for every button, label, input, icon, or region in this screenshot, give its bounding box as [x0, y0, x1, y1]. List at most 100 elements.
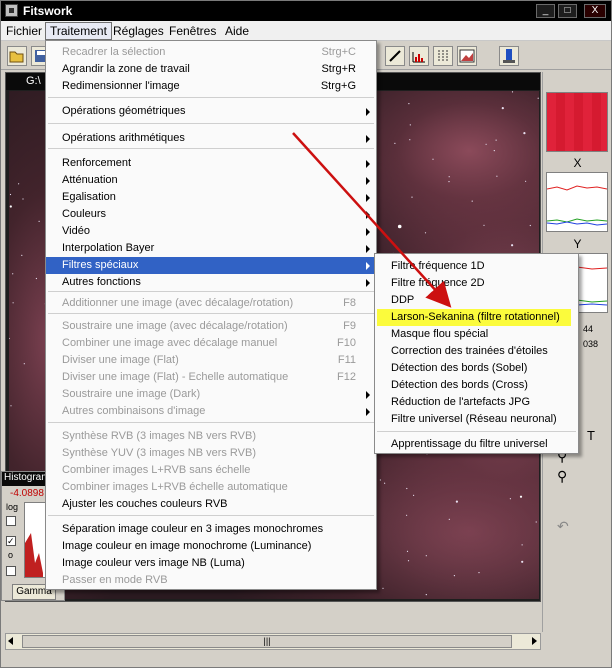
star — [413, 494, 415, 496]
submenu-item-detection-bords-cross[interactable]: Détection des bords (Cross) — [375, 377, 578, 394]
title-bar[interactable]: Fitswork _ □ X — [1, 1, 611, 21]
menu-aide[interactable]: Aide — [225, 24, 249, 38]
submenu-item-detection-bords-sobel[interactable]: Détection des bords (Sobel) — [375, 360, 578, 377]
log-checkbox[interactable] — [6, 516, 16, 526]
submenu-item-correction-trainees[interactable]: Correction des trainées d'étoiles — [375, 343, 578, 360]
star — [519, 495, 523, 498]
submenu-item-filtre-universel[interactable]: Filtre universel (Réseau neuronal) — [375, 411, 578, 428]
levels-icon[interactable] — [433, 46, 453, 66]
crop-tool-icon[interactable] — [385, 46, 405, 66]
menu-item-ajuster-couches[interactable]: Ajuster les couches couleurs RVB — [46, 496, 376, 513]
menu-item-shortcut: F8 — [343, 297, 356, 309]
open-folder-icon[interactable] — [7, 46, 27, 66]
submenu-item-label: Apprentissage du filtre universel — [391, 438, 548, 450]
submenu-item-label: Détection des bords (Cross) — [391, 379, 528, 391]
menu-fenetres[interactable]: Fenêtres — [169, 24, 216, 38]
submenu-item-filtre-frequence-2d[interactable]: Filtre fréquence 2D — [375, 275, 578, 292]
menu-item-redimensionner[interactable]: Redimensionner l'image Strg+G — [46, 78, 376, 95]
submenu-item-apprentissage-filtre[interactable]: Apprentissage du filtre universel — [375, 436, 578, 453]
menu-item-label: Synthèse YUV (3 images NB vers RVB) — [62, 447, 257, 459]
menu-item-passer-rvb[interactable]: Passer en mode RVB — [46, 572, 376, 589]
star — [9, 193, 12, 196]
menu-item-label: Vidéo — [62, 225, 90, 237]
menu-item-label: Combiner images L+RVB sans échelle — [62, 464, 251, 476]
menu-item-couleur-vers-luminance[interactable]: Image couleur en image monochrome (Lumin… — [46, 538, 376, 555]
print-icon[interactable] — [499, 46, 519, 66]
scrollbar-thumb[interactable]: ||| — [22, 635, 512, 648]
close-button[interactable]: X — [584, 4, 606, 18]
menu-traitement[interactable]: Traitement — [45, 22, 112, 40]
menu-item-operations-arithmetiques[interactable]: Opérations arithmétiques — [46, 130, 376, 147]
menu-item-label: Couleurs — [62, 208, 107, 220]
star — [379, 479, 381, 481]
horizontal-scrollbar[interactable]: ||| — [5, 633, 541, 650]
app-icon[interactable] — [5, 4, 18, 17]
menu-separator — [48, 97, 374, 98]
menu-item-couleur-vers-luma[interactable]: Image couleur vers image NB (Luma) — [46, 555, 376, 572]
star — [471, 200, 473, 202]
menu-item-separation-couleur[interactable]: Séparation image couleur en 3 images mon… — [46, 521, 376, 538]
submenu-item-label: Filtre fréquence 1D — [391, 260, 485, 272]
submenu-arrow-icon — [366, 108, 370, 116]
menu-item-egalisation[interactable]: Egalisation — [46, 189, 376, 206]
menu-item-autres-combinaisons[interactable]: Autres combinaisons d'image — [46, 403, 376, 420]
minimize-button[interactable]: _ — [536, 4, 555, 18]
star — [453, 575, 455, 577]
menu-item-recadrer[interactable]: Recadrer la sélection Strg+C — [46, 44, 376, 61]
menu-separator — [48, 123, 374, 124]
star — [408, 103, 410, 105]
menu-item-label: Filtres spéciaux — [62, 259, 139, 271]
histo-checkbox[interactable] — [6, 566, 16, 576]
menu-item-couleurs[interactable]: Couleurs — [46, 206, 376, 223]
menu-item-combiner-lrvb[interactable]: Combiner images L+RVB sans échelle — [46, 462, 376, 479]
submenu-item-label: Filtre fréquence 2D — [391, 277, 485, 289]
menu-item-combiner-decalage[interactable]: Combiner une image avec décalage manuel F… — [46, 335, 376, 352]
menu-item-video[interactable]: Vidéo — [46, 223, 376, 240]
stamp-alt-icon[interactable]: ⚲ — [557, 468, 567, 485]
star — [21, 254, 23, 256]
histogram-icon[interactable] — [409, 46, 429, 66]
menu-item-autres-fonctions[interactable]: Autres fonctions — [46, 274, 376, 291]
menu-item-shortcut: Strg+G — [320, 80, 356, 92]
star — [511, 91, 514, 93]
star — [511, 244, 514, 247]
star — [23, 363, 25, 365]
histo-checkbox-checked[interactable]: ✓ — [6, 536, 16, 546]
menu-item-renforcement[interactable]: Renforcement — [46, 155, 376, 172]
menu-item-soustraire-image[interactable]: Soustraire une image (avec décalage/rota… — [46, 318, 376, 335]
menu-item-label: Interpolation Bayer — [62, 242, 155, 254]
submenu-item-larson-sekanina[interactable]: Larson-Sekanina (filtre rotationnel) — [377, 309, 571, 326]
submenu-item-masque-flou-special[interactable]: Masque flou spécial — [375, 326, 578, 343]
menu-separator — [377, 431, 576, 432]
menu-item-filtres-speciaux[interactable]: Filtres spéciaux — [46, 257, 376, 274]
menu-item-attenuation[interactable]: Atténuation — [46, 172, 376, 189]
image-icon[interactable] — [457, 46, 477, 66]
scroll-left-icon[interactable] — [8, 637, 13, 645]
submenu-item-filtre-frequence-1d[interactable]: Filtre fréquence 1D — [375, 258, 578, 275]
scroll-right-icon[interactable] — [532, 637, 537, 645]
star — [501, 107, 504, 110]
menu-item-operations-geometriques[interactable]: Opérations géométriques — [46, 103, 376, 120]
maximize-button[interactable]: □ — [558, 4, 577, 18]
menu-item-synthese-rvb[interactable]: Synthèse RVB (3 images NB vers RVB) — [46, 428, 376, 445]
star — [537, 97, 539, 99]
star — [424, 232, 427, 234]
submenu-item-reduction-artefacts-jpg[interactable]: Réduction de l'artefacts JPG — [375, 394, 578, 411]
menu-fichier[interactable]: Fichier — [6, 24, 42, 38]
star — [495, 139, 497, 141]
submenu-item-ddp[interactable]: DDP — [375, 292, 578, 309]
menu-item-soustraire-dark[interactable]: Soustraire une image (Dark) — [46, 386, 376, 403]
menu-item-label: Image couleur en image monochrome (Lumin… — [62, 540, 312, 552]
menu-item-diviser-flat-auto[interactable]: Diviser une image (Flat) - Echelle autom… — [46, 369, 376, 386]
undo-icon[interactable]: ↶ — [557, 518, 569, 535]
menu-item-interpolation-bayer[interactable]: Interpolation Bayer — [46, 240, 376, 257]
menu-item-synthese-yuv[interactable]: Synthèse YUV (3 images NB vers RVB) — [46, 445, 376, 462]
menu-item-combiner-lrvb-auto[interactable]: Combiner images L+RVB échelle automatiqu… — [46, 479, 376, 496]
menu-item-additionner-image[interactable]: Additionner une image (avec décalage/rot… — [46, 295, 376, 312]
star — [397, 224, 402, 229]
menu-item-diviser-flat[interactable]: Diviser une image (Flat) F11 — [46, 352, 376, 369]
menu-item-agrandir[interactable]: Agrandir la zone de travail Strg+R — [46, 61, 376, 78]
menu-reglages[interactable]: Réglages — [113, 24, 164, 38]
submenu-arrow-icon — [366, 262, 370, 270]
submenu-item-label: Détection des bords (Sobel) — [391, 362, 528, 374]
